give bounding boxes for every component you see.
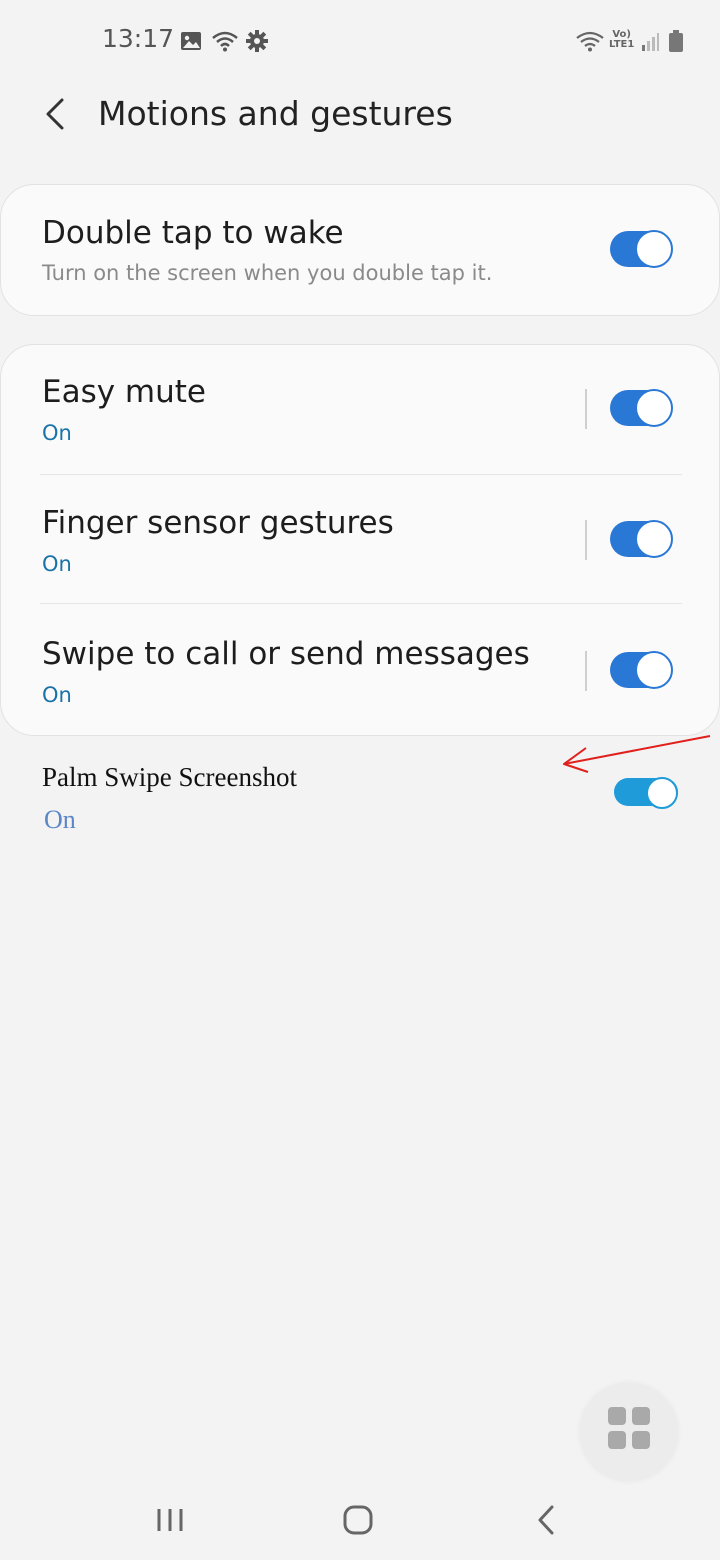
easy-mute-toggle[interactable]	[610, 389, 673, 427]
back-button[interactable]	[34, 92, 78, 136]
wifi-icon	[212, 31, 238, 52]
recents-button[interactable]	[140, 1495, 200, 1545]
row-separator	[585, 389, 587, 429]
double-tap-title[interactable]: Double tap to wake	[42, 215, 344, 251]
wifi-icon	[576, 31, 604, 52]
swipe-call-title[interactable]: Swipe to call or send messages	[42, 636, 530, 672]
chevron-left-icon	[46, 98, 64, 130]
toggle-knob	[635, 230, 673, 268]
apps-grid-button[interactable]	[580, 1383, 678, 1481]
divider	[40, 603, 682, 604]
signal-icon	[642, 33, 659, 51]
finger-sensor-title[interactable]: Finger sensor gestures	[42, 505, 394, 541]
palm-swipe-title[interactable]: Palm Swipe Screenshot	[42, 762, 297, 793]
toggle-knob	[635, 389, 673, 427]
annotation-arrow-icon	[563, 735, 711, 773]
double-tap-toggle[interactable]	[610, 230, 673, 268]
home-button[interactable]	[328, 1495, 388, 1545]
easy-mute-status: On	[42, 421, 72, 445]
back-icon	[538, 1505, 554, 1535]
settings-icon	[246, 30, 268, 52]
status-time: 13:17	[102, 24, 175, 53]
toggle-knob	[635, 520, 673, 558]
recents-icon	[157, 1509, 183, 1531]
double-tap-subtitle: Turn on the screen when you double tap i…	[42, 261, 493, 285]
gallery-icon	[181, 32, 201, 50]
finger-sensor-status: On	[42, 552, 72, 576]
swipe-call-status: On	[42, 683, 72, 707]
row-separator	[585, 651, 587, 691]
swipe-call-toggle[interactable]	[610, 651, 673, 689]
palm-swipe-toggle[interactable]	[614, 777, 678, 809]
toggle-knob	[635, 651, 673, 689]
home-icon	[343, 1505, 373, 1535]
divider	[40, 474, 682, 475]
page-title: Motions and gestures	[98, 94, 453, 133]
easy-mute-title[interactable]: Easy mute	[42, 374, 206, 410]
toggle-knob	[646, 777, 678, 809]
network-type-label: Vo) LTE1	[609, 29, 635, 50]
palm-swipe-status: On	[44, 805, 76, 834]
battery-icon	[669, 30, 683, 52]
back-nav-button[interactable]	[516, 1495, 576, 1545]
finger-sensor-toggle[interactable]	[610, 520, 673, 558]
row-separator	[585, 520, 587, 560]
